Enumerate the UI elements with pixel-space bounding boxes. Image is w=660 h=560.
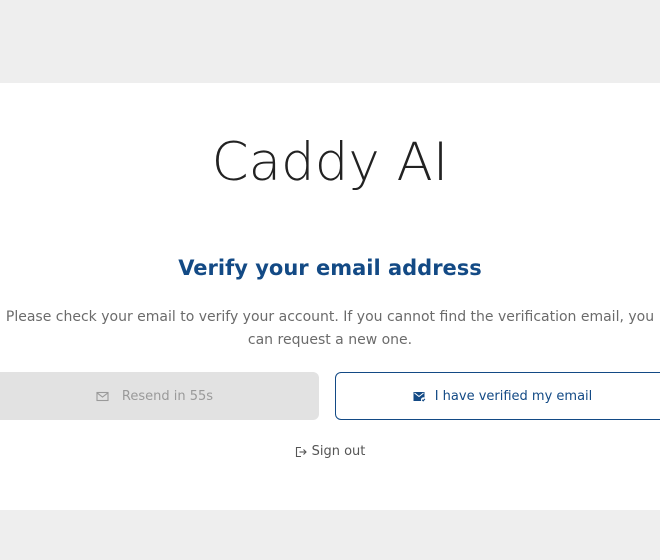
brand-logo: Caddy AI	[211, 132, 449, 193]
page-title: Verify your email address	[178, 256, 482, 280]
sign-out-label: Sign out	[311, 444, 366, 459]
verified-button-label: I have verified my email	[434, 388, 593, 404]
mail-icon	[96, 390, 109, 403]
mail-check-icon	[413, 390, 426, 403]
verified-button[interactable]: I have verified my email	[335, 372, 660, 420]
resend-button-label: Resend in 55s	[121, 388, 214, 404]
sign-out-link[interactable]: Sign out	[0, 444, 660, 459]
sign-out-icon	[295, 446, 307, 458]
page: Caddy AI Verify your email address Pleas…	[0, 0, 660, 560]
verify-card: Caddy AI Verify your email address Pleas…	[0, 83, 660, 510]
verify-message: Please check your email to verify your a…	[5, 309, 655, 348]
resend-button[interactable]: Resend in 55s	[0, 372, 319, 420]
